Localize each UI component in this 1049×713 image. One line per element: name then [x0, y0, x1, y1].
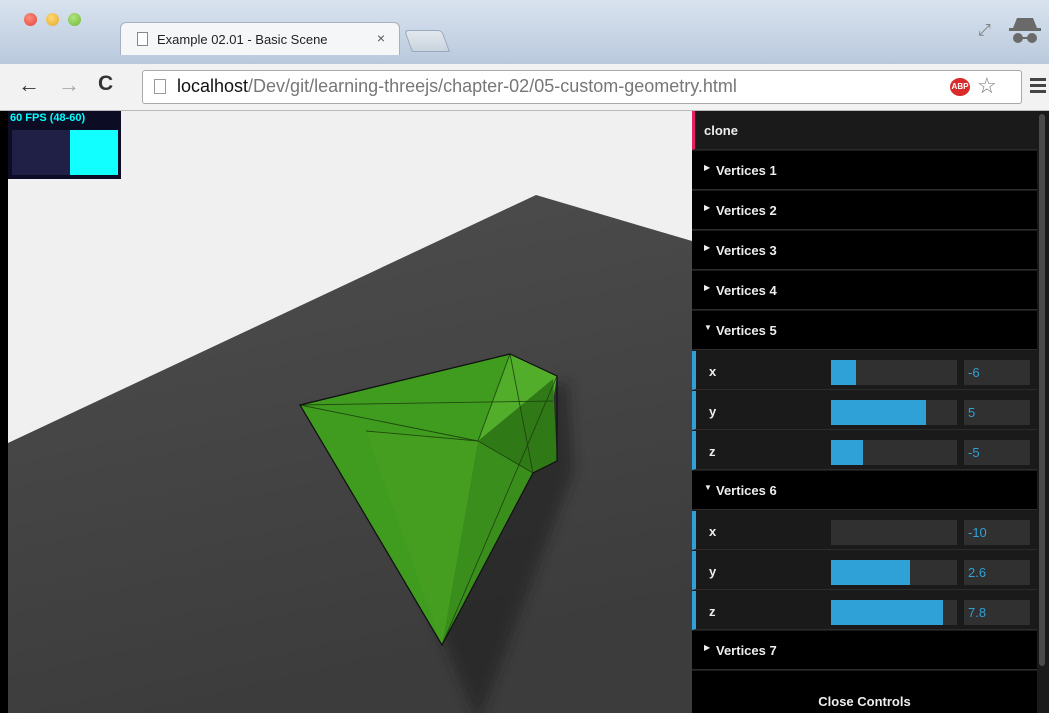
control-label: z	[709, 444, 716, 459]
slider-fill	[831, 360, 857, 385]
reload-icon[interactable]: C	[98, 72, 113, 96]
window-close-button[interactable]	[24, 13, 37, 26]
folder-vertices-4[interactable]: ▶ Vertices 4	[692, 271, 1037, 310]
folder-vertices-6[interactable]: ▼ Vertices 6	[692, 471, 1037, 510]
folder-label: Vertices 5	[716, 323, 777, 338]
value-input[interactable]: 5	[964, 400, 1030, 425]
folder-label: Vertices 2	[716, 203, 777, 218]
value-input[interactable]: 7.8	[964, 600, 1030, 625]
browser-titlebar: Example 02.01 - Basic Scene × ⤢	[0, 0, 1049, 65]
value-slider[interactable]	[831, 440, 957, 465]
folder-vertices-5[interactable]: ▼ Vertices 5	[692, 311, 1037, 350]
vertices5-y-control: y 5	[692, 391, 1037, 430]
clone-button[interactable]: clone	[692, 111, 1037, 150]
control-label: x	[709, 364, 717, 379]
fps-stats-panel[interactable]: 60 FPS (48-60)	[8, 111, 121, 179]
folder-label: Vertices 6	[716, 483, 777, 498]
slider-fill	[831, 440, 863, 465]
control-label: y	[709, 404, 717, 419]
folder-label: Vertices 1	[716, 163, 777, 178]
vertices5-z-control: z -5	[692, 431, 1037, 470]
new-tab-button[interactable]	[403, 30, 451, 52]
caret-down-icon: ▼	[704, 323, 712, 332]
tab-close-icon[interactable]: ×	[377, 30, 385, 46]
value-input[interactable]: -5	[964, 440, 1030, 465]
caret-right-icon: ▶	[704, 203, 711, 212]
close-controls-button[interactable]: Close Controls	[692, 689, 1037, 713]
control-label: y	[709, 564, 717, 579]
page-icon	[154, 79, 166, 94]
slider-fill	[831, 600, 944, 625]
fps-label: 60 FPS (48-60)	[10, 112, 86, 124]
vertices6-z-control: z 7.8	[692, 591, 1037, 630]
page-icon	[137, 32, 148, 46]
value-slider[interactable]	[831, 560, 957, 585]
incognito-icon	[1009, 18, 1041, 43]
fps-graph-bar	[70, 130, 118, 175]
vertices6-x-control: x -10	[692, 511, 1037, 550]
folder-label: Vertices 4	[716, 283, 777, 298]
value-input[interactable]: -10	[964, 520, 1030, 545]
browser-tab-active[interactable]: Example 02.01 - Basic Scene ×	[120, 22, 400, 55]
controls-panel: clone ▶ Vertices 1 ▶ Vertices 2 ▶ Vertic…	[692, 111, 1037, 713]
fullscreen-icon[interactable]: ⤢	[978, 22, 991, 40]
value-input[interactable]: -6	[964, 360, 1030, 385]
vertices6-y-control: y 2.6	[692, 551, 1037, 590]
slider-fill	[831, 560, 911, 585]
caret-down-icon: ▼	[704, 483, 712, 492]
tab-title: Example 02.01 - Basic Scene	[157, 32, 328, 47]
value-slider[interactable]	[831, 400, 957, 425]
fps-graph	[12, 130, 118, 175]
control-label: z	[709, 604, 716, 619]
folder-label: Vertices 3	[716, 243, 777, 258]
control-label: x	[709, 524, 717, 539]
clone-label: clone	[704, 123, 738, 138]
caret-right-icon: ▶	[704, 283, 711, 292]
address-bar[interactable]: localhost/Dev/git/learning-threejs/chapt…	[142, 70, 1022, 104]
menu-icon[interactable]	[1030, 78, 1046, 96]
folder-vertices-7[interactable]: ▶ Vertices 7	[692, 631, 1037, 670]
value-slider[interactable]	[831, 360, 957, 385]
value-slider[interactable]	[831, 600, 957, 625]
webgl-viewport[interactable]	[8, 111, 692, 713]
folder-vertices-2[interactable]: ▶ Vertices 2	[692, 191, 1037, 230]
forward-arrow-icon[interactable]: →	[58, 72, 80, 98]
slider-fill	[831, 400, 926, 425]
value-input[interactable]: 2.6	[964, 560, 1030, 585]
back-arrow-icon[interactable]: ←	[18, 72, 40, 98]
folder-label: Vertices 7	[716, 643, 777, 658]
window-minimize-button[interactable]	[46, 13, 59, 26]
folder-vertices-3[interactable]: ▶ Vertices 3	[692, 231, 1037, 270]
window-maximize-button[interactable]	[68, 13, 81, 26]
browser-toolbar: ← → C localhost/Dev/git/learning-threejs…	[0, 64, 1049, 111]
bookmark-star-icon[interactable]: ☆	[977, 73, 997, 99]
caret-right-icon: ▶	[704, 163, 711, 172]
adblock-icon[interactable]: ABP	[950, 78, 970, 96]
caret-right-icon: ▶	[704, 243, 711, 252]
scene-canvas	[8, 111, 692, 713]
value-slider[interactable]	[831, 520, 957, 545]
vertices5-x-control: x -6	[692, 351, 1037, 390]
caret-right-icon: ▶	[704, 643, 711, 652]
folder-vertices-1[interactable]: ▶ Vertices 1	[692, 151, 1037, 190]
url-text[interactable]: localhost/Dev/git/learning-threejs/chapt…	[177, 76, 737, 97]
panel-scrollbar-thumb[interactable]	[1039, 114, 1045, 666]
